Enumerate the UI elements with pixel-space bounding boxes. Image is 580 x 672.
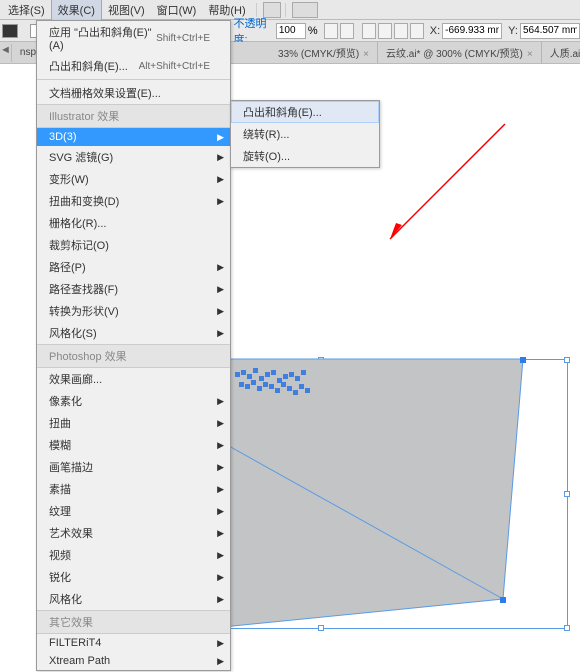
opacity-input[interactable]: [276, 23, 306, 39]
submenu-arrow-icon: ▶: [217, 656, 224, 667]
menu-3d[interactable]: 3D(3)▶: [37, 128, 230, 146]
y-label: Y:: [508, 25, 518, 37]
menu-warp[interactable]: 变形(W)▶: [37, 168, 230, 190]
x-input[interactable]: [442, 23, 502, 39]
submenu-arrow-icon: ▶: [217, 306, 224, 317]
separator: [37, 79, 230, 80]
menu-path[interactable]: 路径(P)▶: [37, 256, 230, 278]
submenu-arrow-icon: ▶: [217, 594, 224, 605]
anchor-point[interactable]: [500, 597, 506, 603]
menu-artistic[interactable]: 艺术效果▶: [37, 522, 230, 544]
align-icon[interactable]: [362, 23, 376, 39]
last-effect[interactable]: 凸出和斜角(E)...Alt+Shift+Ctrl+E: [37, 55, 230, 77]
menubar: 选择(S) 效果(C) 视图(V) 窗口(W) 帮助(H): [0, 0, 580, 20]
section-other: 其它效果: [37, 610, 230, 634]
menu-stylize-ps[interactable]: 风格化▶: [37, 588, 230, 610]
close-icon[interactable]: ×: [527, 49, 533, 60]
section-photoshop: Photoshop 效果: [37, 344, 230, 368]
document-tab[interactable]: 云纹.ai* @ 300% (CMYK/预览)×: [378, 42, 542, 63]
apply-last-effect[interactable]: 应用 "凸出和斜角(E)" (A)Shift+Ctrl+E: [37, 21, 230, 55]
submenu-arrow-icon: ▶: [217, 396, 224, 407]
menu-distort-transform[interactable]: 扭曲和变换(D)▶: [37, 190, 230, 212]
document-tab[interactable]: 人质.ai* @ 100% (RG: [542, 42, 580, 63]
menu-select[interactable]: 选择(S): [2, 0, 51, 20]
submenu-arrow-icon: ▶: [217, 484, 224, 495]
submenu-arrow-icon: ▶: [217, 418, 224, 429]
submenu-3d: 凸出和斜角(E)... 绕转(R)... 旋转(O)...: [230, 100, 380, 168]
submenu-revolve[interactable]: 绕转(R)...: [231, 123, 379, 145]
x-label: X:: [430, 25, 440, 37]
menu-texture[interactable]: 纹理▶: [37, 500, 230, 522]
submenu-rotate[interactable]: 旋转(O)...: [231, 145, 379, 167]
text-glyphs: [235, 364, 315, 404]
opacity-unit: %: [308, 25, 318, 37]
submenu-arrow-icon: ▶: [217, 152, 224, 163]
menu-effects[interactable]: 效果(C): [51, 0, 102, 21]
isolate-icon[interactable]: [410, 23, 424, 39]
effects-menu: 应用 "凸出和斜角(E)" (A)Shift+Ctrl+E 凸出和斜角(E)..…: [36, 20, 231, 671]
menu-blur[interactable]: 模糊▶: [37, 434, 230, 456]
submenu-arrow-icon: ▶: [217, 638, 224, 649]
tab-scroll-left[interactable]: ◄: [0, 44, 12, 62]
style-icon[interactable]: [324, 23, 338, 39]
menu-pixelate[interactable]: 像素化▶: [37, 390, 230, 412]
menu-distort[interactable]: 扭曲▶: [37, 412, 230, 434]
submenu-arrow-icon: ▶: [217, 462, 224, 473]
menu-filterit4[interactable]: FILTERiT4▶: [37, 634, 230, 652]
submenu-arrow-icon: ▶: [217, 174, 224, 185]
document-tab[interactable]: 33% (CMYK/预览)×: [270, 42, 378, 63]
document-raster-settings[interactable]: 文档栅格效果设置(E)...: [37, 82, 230, 104]
submenu-arrow-icon: ▶: [217, 262, 224, 273]
anchor-point[interactable]: [520, 357, 526, 363]
close-icon[interactable]: ×: [363, 49, 369, 60]
menu-svg-filters[interactable]: SVG 滤镜(G)▶: [37, 146, 230, 168]
menu-pathfinder[interactable]: 路径查找器(F)▶: [37, 278, 230, 300]
section-illustrator: Illustrator 效果: [37, 104, 230, 128]
menu-window[interactable]: 窗口(W): [151, 0, 203, 20]
menu-effect-gallery[interactable]: 效果画廊...: [37, 368, 230, 390]
submenu-arrow-icon: ▶: [217, 506, 224, 517]
menu-brush-strokes[interactable]: 画笔描边▶: [37, 456, 230, 478]
submenu-arrow-icon: ▶: [217, 196, 224, 207]
menu-convert-shape[interactable]: 转换为形状(V)▶: [37, 300, 230, 322]
submenu-arrow-icon: ▶: [217, 572, 224, 583]
arrange-icon[interactable]: [292, 2, 318, 18]
menu-rasterize[interactable]: 栅格化(R)...: [37, 212, 230, 234]
menu-view[interactable]: 视图(V): [102, 0, 151, 20]
separator: [285, 3, 286, 17]
submenu-arrow-icon: ▶: [217, 132, 224, 143]
transform-icon[interactable]: [378, 23, 392, 39]
submenu-extrude-bevel[interactable]: 凸出和斜角(E)...: [231, 101, 379, 123]
y-input[interactable]: [520, 23, 580, 39]
annotation-arrow: [380, 119, 510, 249]
submenu-arrow-icon: ▶: [217, 284, 224, 295]
recolor-icon[interactable]: [340, 23, 354, 39]
fill-swatch[interactable]: [2, 24, 18, 38]
submenu-arrow-icon: ▶: [217, 440, 224, 451]
menu-xtream-path[interactable]: Xtream Path▶: [37, 652, 230, 670]
menu-stylize[interactable]: 风格化(S)▶: [37, 322, 230, 344]
shape-icon[interactable]: [394, 23, 408, 39]
submenu-arrow-icon: ▶: [217, 528, 224, 539]
menu-sketch[interactable]: 素描▶: [37, 478, 230, 500]
submenu-arrow-icon: ▶: [217, 328, 224, 339]
submenu-arrow-icon: ▶: [217, 550, 224, 561]
menu-video[interactable]: 视频▶: [37, 544, 230, 566]
menu-sharpen[interactable]: 锐化▶: [37, 566, 230, 588]
menu-crop-marks[interactable]: 裁剪标记(O): [37, 234, 230, 256]
